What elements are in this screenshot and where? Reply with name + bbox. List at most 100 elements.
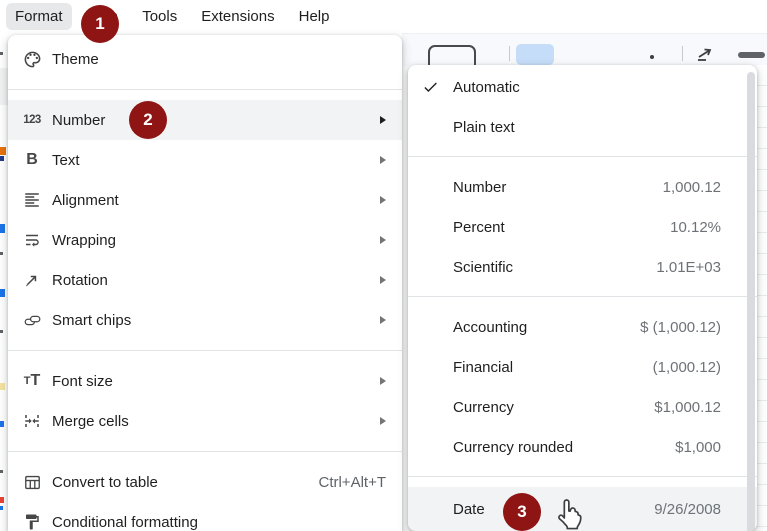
submenu-item-label: Plain text xyxy=(453,119,515,136)
menu-item-label: Number xyxy=(52,112,105,129)
sheets-format-menu-screenshot: Format Data Tools Extensions Help Theme xyxy=(0,0,767,531)
submenu-item-label: Currency rounded xyxy=(453,439,573,456)
submenu-scrollbar[interactable] xyxy=(747,72,755,531)
paint-roller-icon xyxy=(20,510,44,531)
submenu-arrow-icon xyxy=(380,417,386,425)
annotation-badge-3: 3 xyxy=(503,493,541,531)
format-example: 9/26/2008 xyxy=(654,501,721,518)
menu-separator xyxy=(408,296,757,297)
menu-item-label: Rotation xyxy=(52,272,108,289)
submenu-item-financial[interactable]: Financial (1,000.12) xyxy=(408,347,757,387)
submenu-arrow-icon xyxy=(380,156,386,164)
format-example: 10.12% xyxy=(670,219,721,236)
submenu-arrow-icon xyxy=(380,236,386,244)
toolbar-dot-icon xyxy=(650,55,654,59)
submenu-item-plain-text[interactable]: Plain text xyxy=(408,107,757,147)
menu-item-conditional-formatting[interactable]: Conditional formatting xyxy=(8,502,402,531)
numeric-123-icon: 123 xyxy=(20,108,44,132)
menu-item-alignment[interactable]: Alignment xyxy=(8,180,402,220)
checkmark-icon xyxy=(422,79,439,96)
menu-item-label: Text xyxy=(52,152,80,169)
spreadsheet-edge-fragment xyxy=(0,470,3,473)
table-icon xyxy=(20,470,44,494)
spreadsheet-edge-fragment xyxy=(0,224,5,233)
menubar-item-extensions[interactable]: Extensions xyxy=(192,3,283,30)
menu-item-shortcut: Ctrl+Alt+T xyxy=(318,474,386,491)
spreadsheet-edge-fragment xyxy=(0,497,4,503)
spreadsheet-edge-fragment xyxy=(0,330,3,333)
submenu-arrow-icon xyxy=(380,116,386,124)
menu-separator xyxy=(408,476,757,477)
spreadsheet-edge-fragment xyxy=(0,506,3,510)
annotation-badge-1: 1 xyxy=(81,5,119,43)
submenu-item-automatic[interactable]: Automatic xyxy=(408,67,757,107)
annotation-badge-2: 2 xyxy=(129,101,167,139)
menu-separator xyxy=(408,156,757,157)
spreadsheet-edge-fragment xyxy=(0,156,4,161)
menu-item-wrapping[interactable]: Wrapping xyxy=(8,220,402,260)
menu-item-smart-chips[interactable]: Smart chips xyxy=(8,300,402,340)
submenu-item-number[interactable]: Number 1,000.12 xyxy=(408,167,757,207)
toolbar-handle[interactable] xyxy=(738,52,765,58)
spreadsheet-edge-fragment xyxy=(0,68,8,105)
menu-item-rotation[interactable]: Rotation xyxy=(8,260,402,300)
menubar-item-help[interactable]: Help xyxy=(290,3,339,30)
cursor-pointer-icon xyxy=(552,495,586,531)
menu-item-label: Font size xyxy=(52,373,113,390)
submenu-arrow-icon xyxy=(380,316,386,324)
menu-item-label: Wrapping xyxy=(52,232,116,249)
merge-cells-icon xyxy=(20,409,44,433)
toolbar-selected-control[interactable] xyxy=(516,44,554,65)
toolbar-divider xyxy=(509,46,510,61)
submenu-item-currency-rounded[interactable]: Currency rounded $1,000 xyxy=(408,427,757,467)
format-menu: Theme 123 Number B Text Alignment Wrappi… xyxy=(8,35,402,531)
format-example: $1,000 xyxy=(675,439,721,456)
submenu-item-label: Number xyxy=(453,179,506,196)
submenu-item-label: Automatic xyxy=(453,79,520,96)
spreadsheet-edge-fragment xyxy=(0,289,5,297)
format-example: $1,000.12 xyxy=(654,399,721,416)
menu-item-number[interactable]: 123 Number xyxy=(8,100,402,140)
submenu-item-label: Scientific xyxy=(453,259,513,276)
submenu-item-label: Currency xyxy=(453,399,514,416)
submenu-arrow-icon xyxy=(380,377,386,385)
format-example: 1,000.12 xyxy=(663,179,721,196)
submenu-arrow-icon xyxy=(380,196,386,204)
submenu-item-label: Percent xyxy=(453,219,505,236)
toolbar-divider xyxy=(682,46,683,61)
font-size-icon: TT xyxy=(20,369,44,393)
format-example: (1,000.12) xyxy=(653,359,721,376)
submenu-item-percent[interactable]: Percent 10.12% xyxy=(408,207,757,247)
spreadsheet-edge-fragment xyxy=(0,52,3,55)
menu-item-text[interactable]: B Text xyxy=(8,140,402,180)
submenu-item-label: Accounting xyxy=(453,319,527,336)
submenu-item-label: Date xyxy=(453,501,485,518)
spreadsheet-edge-fragment xyxy=(0,383,5,390)
submenu-item-accounting[interactable]: Accounting $ (1,000.12) xyxy=(408,307,757,347)
menu-item-label: Merge cells xyxy=(52,413,129,430)
menu-separator xyxy=(8,451,402,452)
menu-item-convert-to-table[interactable]: Convert to table Ctrl+Alt+T xyxy=(8,462,402,502)
submenu-item-currency[interactable]: Currency $1,000.12 xyxy=(408,387,757,427)
submenu-item-scientific[interactable]: Scientific 1.01E+03 xyxy=(408,247,757,287)
menu-item-label: Conditional formatting xyxy=(52,514,198,531)
menu-item-merge-cells[interactable]: Merge cells xyxy=(8,401,402,441)
palette-icon xyxy=(20,47,44,71)
bold-icon: B xyxy=(20,148,44,172)
spreadsheet-edge-fragment xyxy=(0,252,3,255)
menu-item-font-size[interactable]: TT Font size xyxy=(8,361,402,401)
format-example: 1.01E+03 xyxy=(656,259,721,276)
number-submenu: Automatic Plain text Number 1,000.12 Per… xyxy=(408,65,757,531)
wrap-text-icon xyxy=(20,228,44,252)
menu-item-label: Convert to table xyxy=(52,474,158,491)
smart-chips-icon xyxy=(20,308,44,332)
menu-item-theme[interactable]: Theme xyxy=(8,39,402,79)
text-rotation-icon xyxy=(20,268,44,292)
menubar-item-tools[interactable]: Tools xyxy=(133,3,186,30)
format-example: $ (1,000.12) xyxy=(640,319,721,336)
menu-item-label: Theme xyxy=(52,51,99,68)
menubar-item-format[interactable]: Format xyxy=(6,3,72,30)
menu-separator xyxy=(8,350,402,351)
submenu-arrow-icon xyxy=(380,276,386,284)
menu-item-label: Smart chips xyxy=(52,312,131,329)
